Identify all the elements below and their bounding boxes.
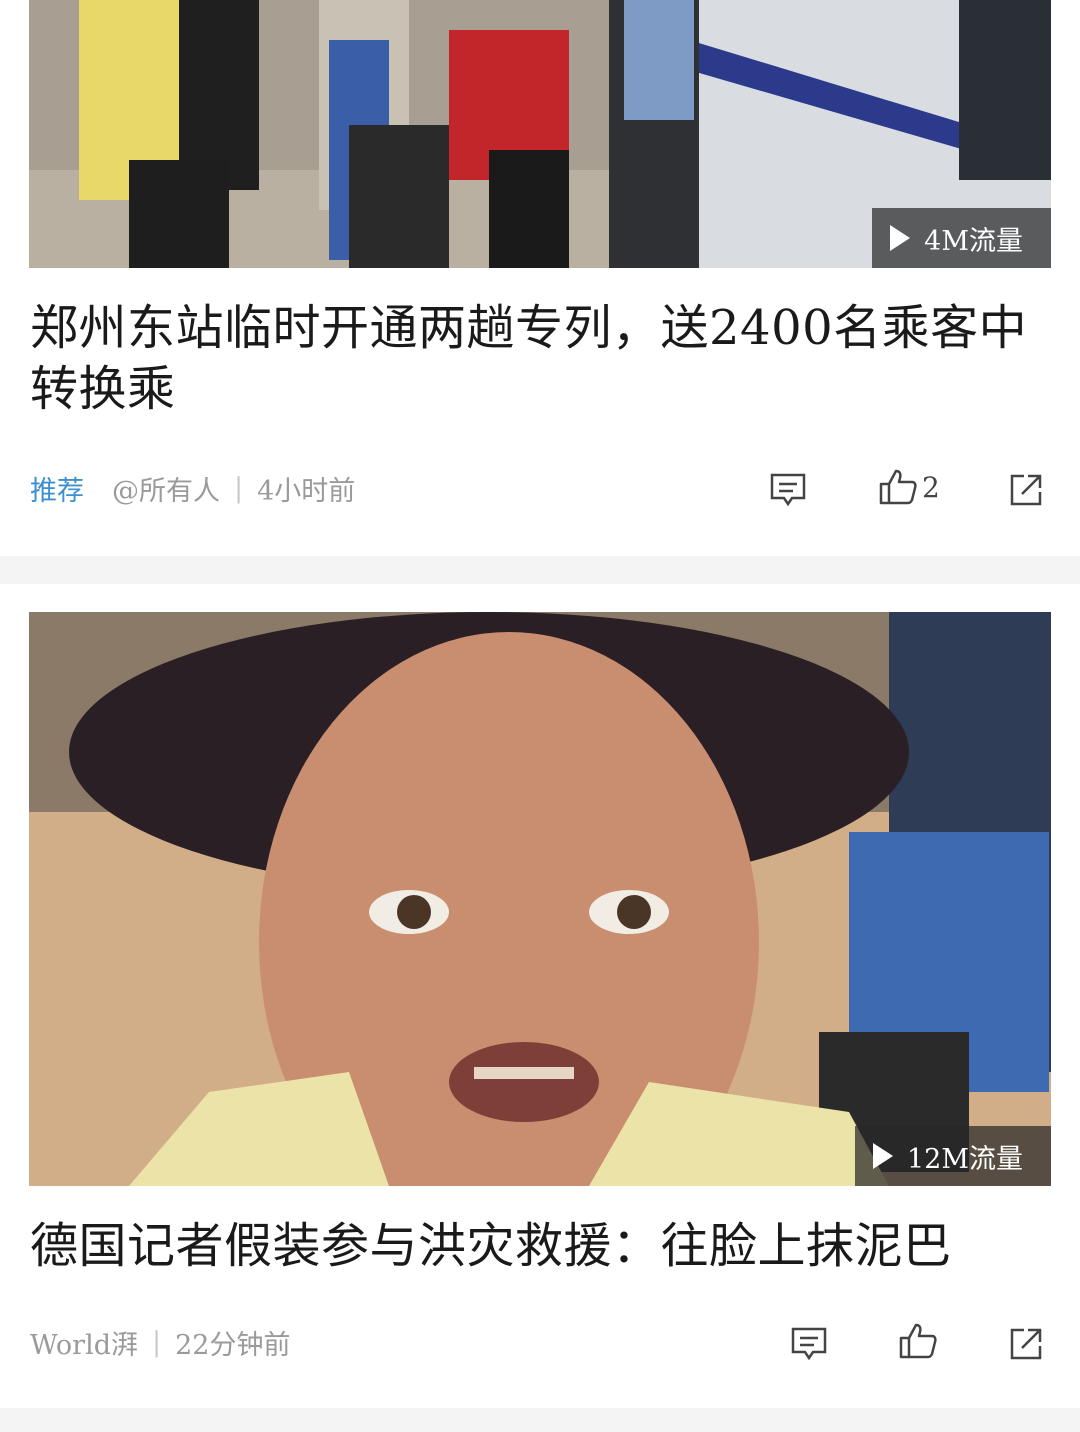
article-meta: World湃 | 22分钟前: [30, 1312, 1050, 1372]
card-divider: [0, 1408, 1080, 1432]
share-button[interactable]: [1008, 472, 1044, 508]
feed-card[interactable]: 4M流量 郑州东站临时开通两趟专列，送2400名乘客中转换乘 推荐 @所有人 |…: [0, 0, 1080, 556]
play-icon: [890, 225, 911, 251]
video-thumbnail[interactable]: 12M流量: [29, 612, 1051, 1186]
share-icon: [1010, 1328, 1042, 1360]
card-divider: [0, 556, 1080, 584]
comment-icon: [770, 473, 806, 507]
article-time: 22分钟前: [175, 1329, 291, 1361]
article-headline[interactable]: 郑州东站临时开通两趟专列，送2400名乘客中转换乘: [30, 298, 1050, 420]
thumbnail-image: [29, 612, 1051, 1186]
video-size-badge: 4M流量: [872, 208, 1051, 268]
meta-divider: |: [152, 1326, 162, 1358]
comment-button[interactable]: [790, 1326, 828, 1362]
comment-button[interactable]: [769, 472, 807, 508]
video-size-label: 12M流量: [906, 1143, 1023, 1175]
like-button[interactable]: 2: [878, 468, 940, 506]
comment-icon: [791, 1327, 827, 1361]
video-thumbnail[interactable]: 4M流量: [29, 0, 1051, 268]
article-source[interactable]: @所有人: [112, 469, 220, 508]
video-size-badge: 12M流量: [854, 1126, 1051, 1186]
article-headline[interactable]: 德国记者假装参与洪灾救援：往脸上抹泥巴: [30, 1216, 1050, 1277]
share-icon: [1010, 474, 1042, 506]
thumbs-up-icon: [879, 469, 917, 505]
share-button[interactable]: [1008, 1326, 1044, 1362]
like-count: 2: [922, 470, 940, 504]
recommend-tag: 推荐: [30, 475, 84, 507]
meta-divider: |: [234, 472, 244, 504]
article-time: 4小时前: [257, 475, 356, 507]
play-icon: [872, 1143, 893, 1169]
thumbs-up-icon: [899, 1323, 937, 1359]
feed-card[interactable]: 12M流量 德国记者假装参与洪灾救援：往脸上抹泥巴 World湃 | 22分钟前: [0, 584, 1080, 1408]
video-size-label: 4M流量: [924, 225, 1023, 257]
article-source[interactable]: World湃: [30, 1323, 138, 1362]
like-button[interactable]: [898, 1322, 942, 1360]
